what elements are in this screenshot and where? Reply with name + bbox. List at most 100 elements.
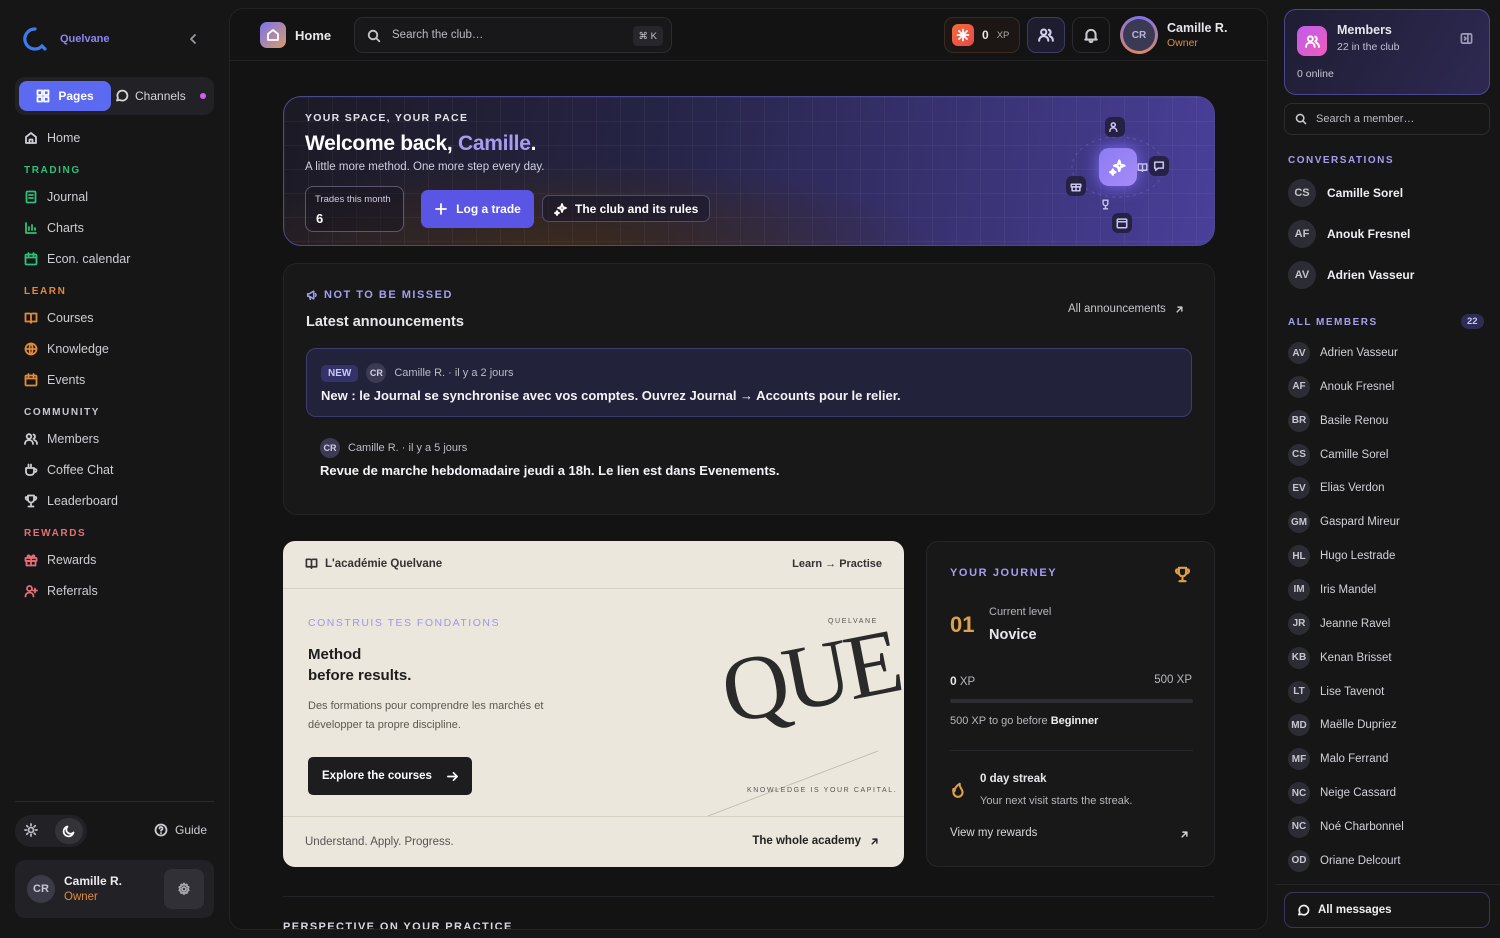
streak-description: Your next visit starts the streak. <box>980 795 1133 807</box>
member-item[interactable]: MD Maëlle Dupriez <box>1288 714 1397 737</box>
members-panel: Members 22 in the club 0 online Search a… <box>1276 0 1500 938</box>
sidebar-item-leaderboard[interactable]: Leaderboard <box>24 494 118 508</box>
tab-channels[interactable]: Channels <box>115 81 206 111</box>
member-search-input[interactable]: Search a member… <box>1284 103 1490 135</box>
top-bar: Home Search the club… ⌘ K 0 XP CR Camill… <box>230 9 1267 61</box>
member-item[interactable]: BR Basile Renou <box>1288 409 1388 432</box>
decorative-line <box>707 750 879 817</box>
sidebar-item-referrals[interactable]: Referrals <box>24 584 98 598</box>
profile-name: Camille R. <box>64 874 123 888</box>
search-input[interactable]: Search the club… ⌘ K <box>354 17 672 53</box>
sidebar-item-label: Members <box>47 432 100 446</box>
moon-button[interactable] <box>55 818 83 844</box>
avatar: CS <box>1288 179 1316 207</box>
members-button[interactable] <box>1027 17 1065 53</box>
sidebar-item-members[interactable]: Members <box>24 432 99 446</box>
member-item[interactable]: MF Malo Ferrand <box>1288 748 1388 771</box>
feature-orbit <box>1054 111 1194 233</box>
panel-toggle-icon[interactable] <box>1460 32 1473 45</box>
sidebar-item-charts[interactable]: Charts <box>24 221 84 235</box>
sun-icon[interactable] <box>24 823 38 837</box>
member-item[interactable]: JR Jeanne Ravel <box>1288 612 1390 635</box>
new-badge: NEW <box>321 364 359 382</box>
welcome-hero: YOUR SPACE, YOUR PACE Welcome back, Cami… <box>283 96 1215 246</box>
settings-button[interactable] <box>164 869 204 909</box>
academy-footer: Understand. Apply. Progress. The whole a… <box>283 816 904 867</box>
guide-label: Guide <box>175 823 208 837</box>
welcome-kicker: YOUR SPACE, YOUR PACE <box>305 112 469 124</box>
sidebar-item-label: Courses <box>47 311 94 325</box>
welcome-subtitle: A little more method. One more step ever… <box>305 161 545 173</box>
avatar: KB <box>1288 646 1310 669</box>
tab-pages[interactable]: Pages <box>19 81 111 111</box>
member-item[interactable]: IM Iris Mandel <box>1288 578 1376 601</box>
sidebar-item-econ-calendar[interactable]: Econ. calendar <box>24 252 130 266</box>
sidebar-item-coffee-chat[interactable]: Coffee Chat <box>24 463 113 477</box>
academy-tagline: Learn → Practise <box>792 558 882 570</box>
sidebar-item-rewards[interactable]: Rewards <box>24 553 96 567</box>
arrow-up-right-icon[interactable] <box>1179 829 1190 840</box>
moon-icon <box>62 825 75 838</box>
notifications-button[interactable] <box>1072 17 1110 53</box>
member-item[interactable]: AV Adrien Vasseur <box>1288 342 1398 364</box>
all-announcements-link[interactable]: All announcements <box>1068 303 1185 315</box>
conversation-item[interactable]: CS Camille Sorel <box>1288 179 1403 207</box>
explore-courses-button[interactable]: Explore the courses <box>308 757 472 795</box>
sidebar-item-knowledge[interactable]: Knowledge <box>24 342 109 356</box>
member-item[interactable]: AF Anouk Fresnel <box>1288 375 1395 398</box>
theme-toggle[interactable] <box>15 815 87 847</box>
members-subtitle: 22 in the club <box>1337 41 1400 53</box>
member-item[interactable]: GM Gaspard Mireur <box>1288 511 1400 534</box>
calendar-icon <box>1112 213 1132 233</box>
conversation-item[interactable]: AV Adrien Vasseur <box>1288 261 1414 289</box>
brand[interactable]: Quelvane <box>22 26 110 52</box>
member-item[interactable]: LT Lise Tavenot <box>1288 680 1384 703</box>
conversation-item[interactable]: AF Anouk Fresnel <box>1288 220 1410 248</box>
announcement-item[interactable]: NEW CR Camille R. · il y a 2 jours New :… <box>306 348 1192 417</box>
sidebar-item-home[interactable]: Home <box>24 131 80 145</box>
announcement-body: Revue de marche hebdomadaire jeudi a 18h… <box>320 463 780 478</box>
member-item[interactable]: OD Oriane Delcourt <box>1288 849 1401 872</box>
xp-to-go: 500 XP to go before Beginner <box>950 715 1099 727</box>
user-role: Owner <box>1167 37 1198 49</box>
users-icon <box>1297 26 1327 56</box>
arrow-up-right-icon <box>1176 305 1183 313</box>
xp-counter[interactable]: 0 XP <box>944 17 1020 53</box>
member-name: Anouk Fresnel <box>1320 380 1395 393</box>
calendar-icon <box>24 252 38 266</box>
search-placeholder: Search the club… <box>392 29 484 41</box>
club-rules-button[interactable]: The club and its rules <box>542 195 711 222</box>
sidebar-item-journal[interactable]: Journal <box>24 190 88 204</box>
member-item[interactable]: CS Camille Sorel <box>1288 443 1388 466</box>
conversation-name: Anouk Fresnel <box>1327 227 1411 241</box>
conversation-name: Camille Sorel <box>1327 186 1404 200</box>
level-name: Novice <box>989 627 1037 643</box>
all-messages-button[interactable]: All messages <box>1284 892 1490 928</box>
chart-icon <box>25 222 37 234</box>
view-rewards-link[interactable]: View my rewards <box>950 827 1037 839</box>
sidebar-item-label: Events <box>47 373 86 387</box>
log-trade-button[interactable]: Log a trade <box>421 190 534 228</box>
collapse-sidebar-icon[interactable] <box>186 32 200 46</box>
guide-link[interactable]: Guide <box>154 823 207 837</box>
sidebar-item-events[interactable]: Events <box>24 373 85 387</box>
avatar: CR <box>1120 16 1158 54</box>
sidebar-item-label: Journal <box>47 190 88 204</box>
search-icon <box>1295 113 1307 125</box>
sparkles-icon <box>554 202 567 216</box>
whole-academy-link[interactable]: The whole academy <box>752 835 880 847</box>
user-menu[interactable]: CR Camille R. Owner <box>1120 16 1227 54</box>
member-item[interactable]: KB Kenan Brisset <box>1288 646 1392 669</box>
member-item[interactable]: NC Noé Charbonnel <box>1288 815 1404 838</box>
profile-card[interactable]: CR Camille R. Owner <box>15 860 214 918</box>
member-item[interactable]: HL Hugo Lestrade <box>1288 545 1395 568</box>
gift-icon <box>24 554 38 567</box>
announcement-item[interactable]: CR Camille R. · il y a 5 jours Revue de … <box>306 424 1192 484</box>
divider <box>283 896 1215 897</box>
avatar: IM <box>1288 578 1310 601</box>
announcements-title: Latest announcements <box>306 314 464 330</box>
calendar-icon <box>24 373 38 387</box>
member-item[interactable]: NC Neige Cassard <box>1288 782 1396 805</box>
member-item[interactable]: EV Elias Verdon <box>1288 477 1385 500</box>
sidebar-item-courses[interactable]: Courses <box>24 311 94 325</box>
